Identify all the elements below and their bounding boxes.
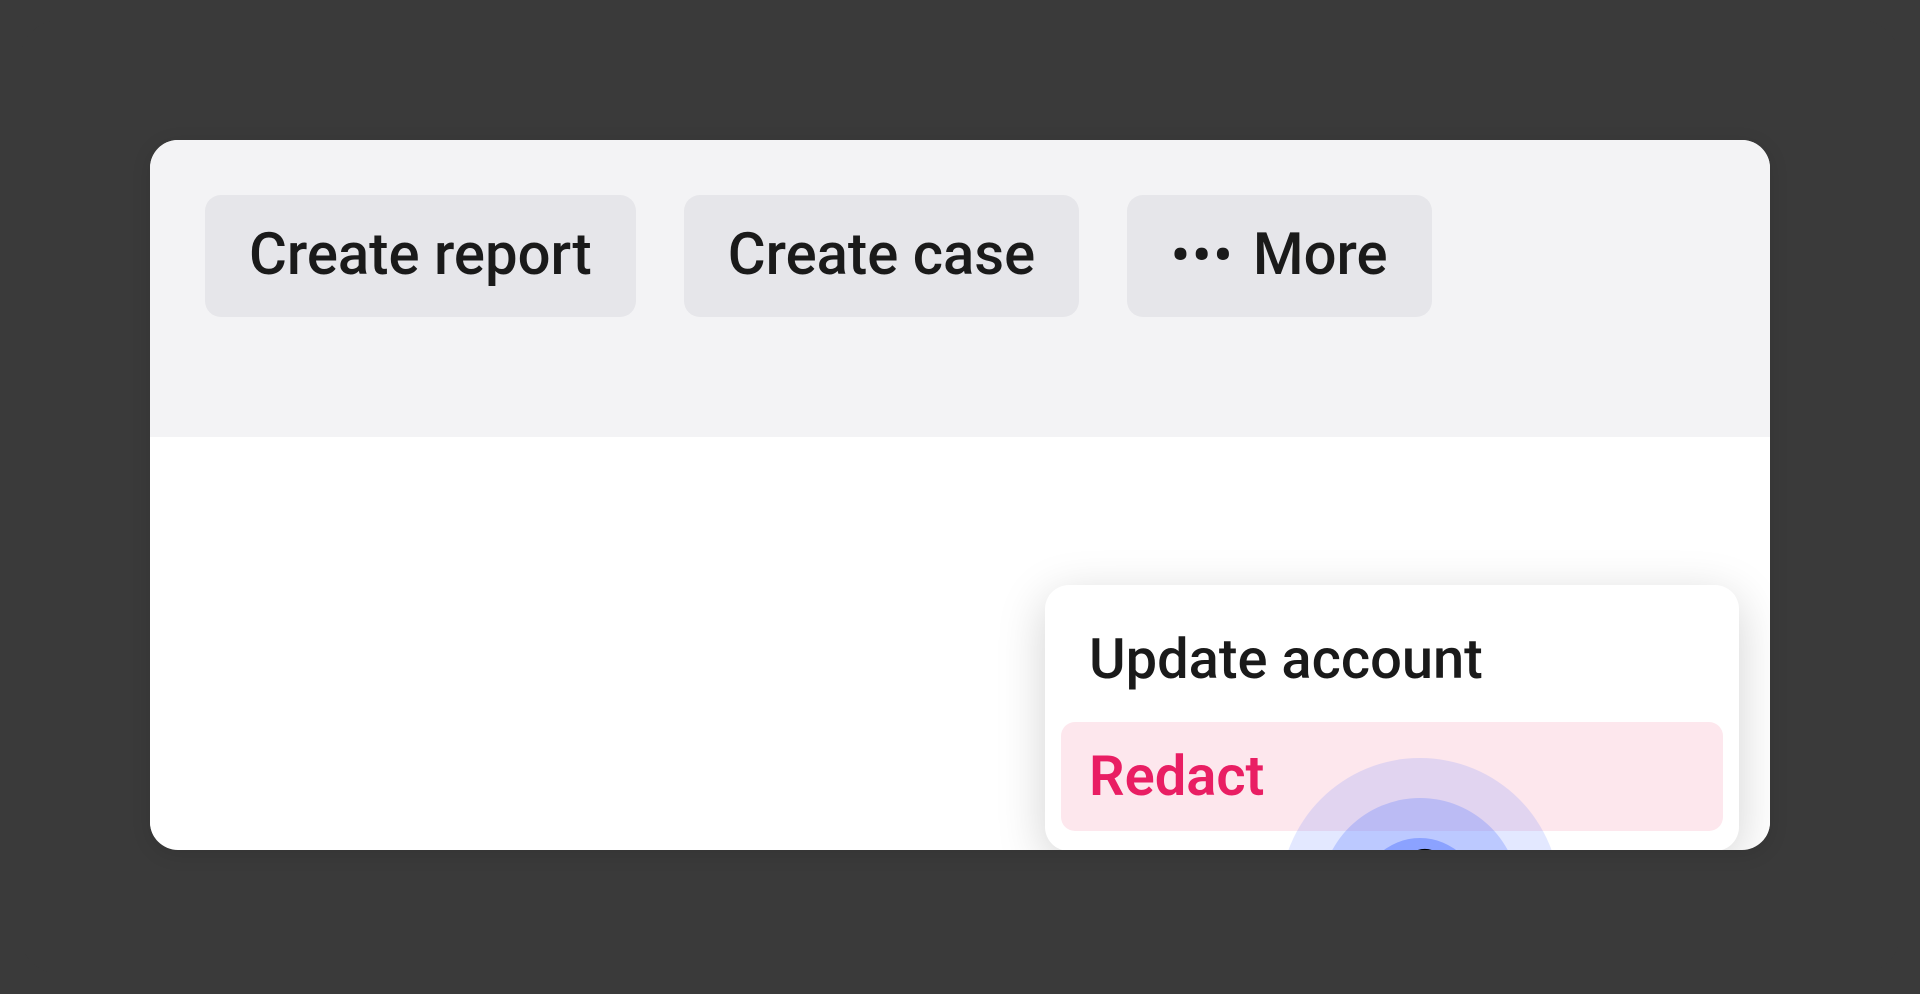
app-panel: Create report Create case ••• More Updat… [150,140,1770,850]
more-button[interactable]: ••• More [1127,195,1431,317]
more-dropdown-menu: Update account Redact [1045,585,1739,850]
outer-frame: Create report Create case ••• More Updat… [20,20,1900,974]
create-case-button[interactable]: Create case [684,195,1079,317]
menu-item-label: Redact [1089,743,1264,809]
create-case-label: Create case [728,221,1035,291]
menu-item-redact[interactable]: Redact [1061,722,1723,831]
more-label: More [1253,221,1388,291]
toolbar: Create report Create case ••• More [150,140,1770,437]
menu-item-update-account[interactable]: Update account [1061,605,1723,714]
more-dots-icon: ••• [1171,231,1235,281]
create-report-button[interactable]: Create report [205,195,636,317]
menu-item-label: Update account [1089,626,1483,692]
create-report-label: Create report [249,221,592,291]
